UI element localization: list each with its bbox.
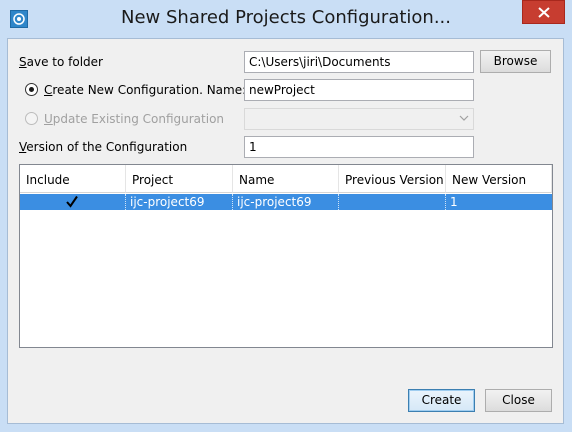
close-icon[interactable] (522, 0, 565, 24)
title-bar[interactable]: New Shared Projects Configuration... (0, 0, 572, 38)
include-checkbox[interactable] (20, 194, 126, 210)
table-header: Include Project Name Previous Version Ne… (20, 165, 552, 193)
window-title: New Shared Projects Configuration... (121, 7, 451, 28)
projects-table[interactable]: Include Project Name Previous Version Ne… (19, 164, 553, 348)
save-to-folder-label: Save to folder (19, 55, 103, 69)
browse-button[interactable]: Browse (480, 50, 551, 73)
table-row[interactable]: ijc-project69 ijc-project69 1 (20, 194, 552, 210)
save-to-folder-text: Save to folder (19, 55, 103, 69)
column-header-new-version[interactable]: New Version (446, 165, 552, 193)
create-new-label: Create New Configuration. Name: (44, 83, 247, 97)
chevron-down-icon (459, 115, 469, 121)
config-name-field[interactable]: newProject (244, 79, 474, 101)
update-existing-label: Update Existing Configuration (44, 112, 225, 126)
previous-version-cell[interactable] (339, 194, 446, 210)
update-existing-radio[interactable] (25, 112, 38, 125)
close-button[interactable]: Close (485, 389, 552, 412)
dialog-body: Save to folder C:\Users\jiri\Documents B… (7, 38, 564, 424)
version-field[interactable]: 1 (244, 136, 474, 158)
update-existing-combo[interactable] (244, 108, 474, 130)
column-header-project[interactable]: Project (126, 165, 233, 193)
check-icon (66, 195, 78, 208)
column-header-name[interactable]: Name (233, 165, 339, 193)
name-cell[interactable]: ijc-project69 (233, 194, 339, 210)
create-new-radio[interactable] (25, 83, 38, 96)
column-header-previous-version[interactable]: Previous Version (339, 165, 446, 193)
column-header-include[interactable]: Include (20, 165, 126, 193)
save-folder-field[interactable]: C:\Users\jiri\Documents (244, 51, 474, 73)
create-button[interactable]: Create (408, 389, 475, 412)
new-version-cell[interactable]: 1 (446, 194, 552, 210)
project-cell[interactable]: ijc-project69 (126, 194, 233, 210)
version-label: Version of the Configuration (19, 140, 188, 154)
